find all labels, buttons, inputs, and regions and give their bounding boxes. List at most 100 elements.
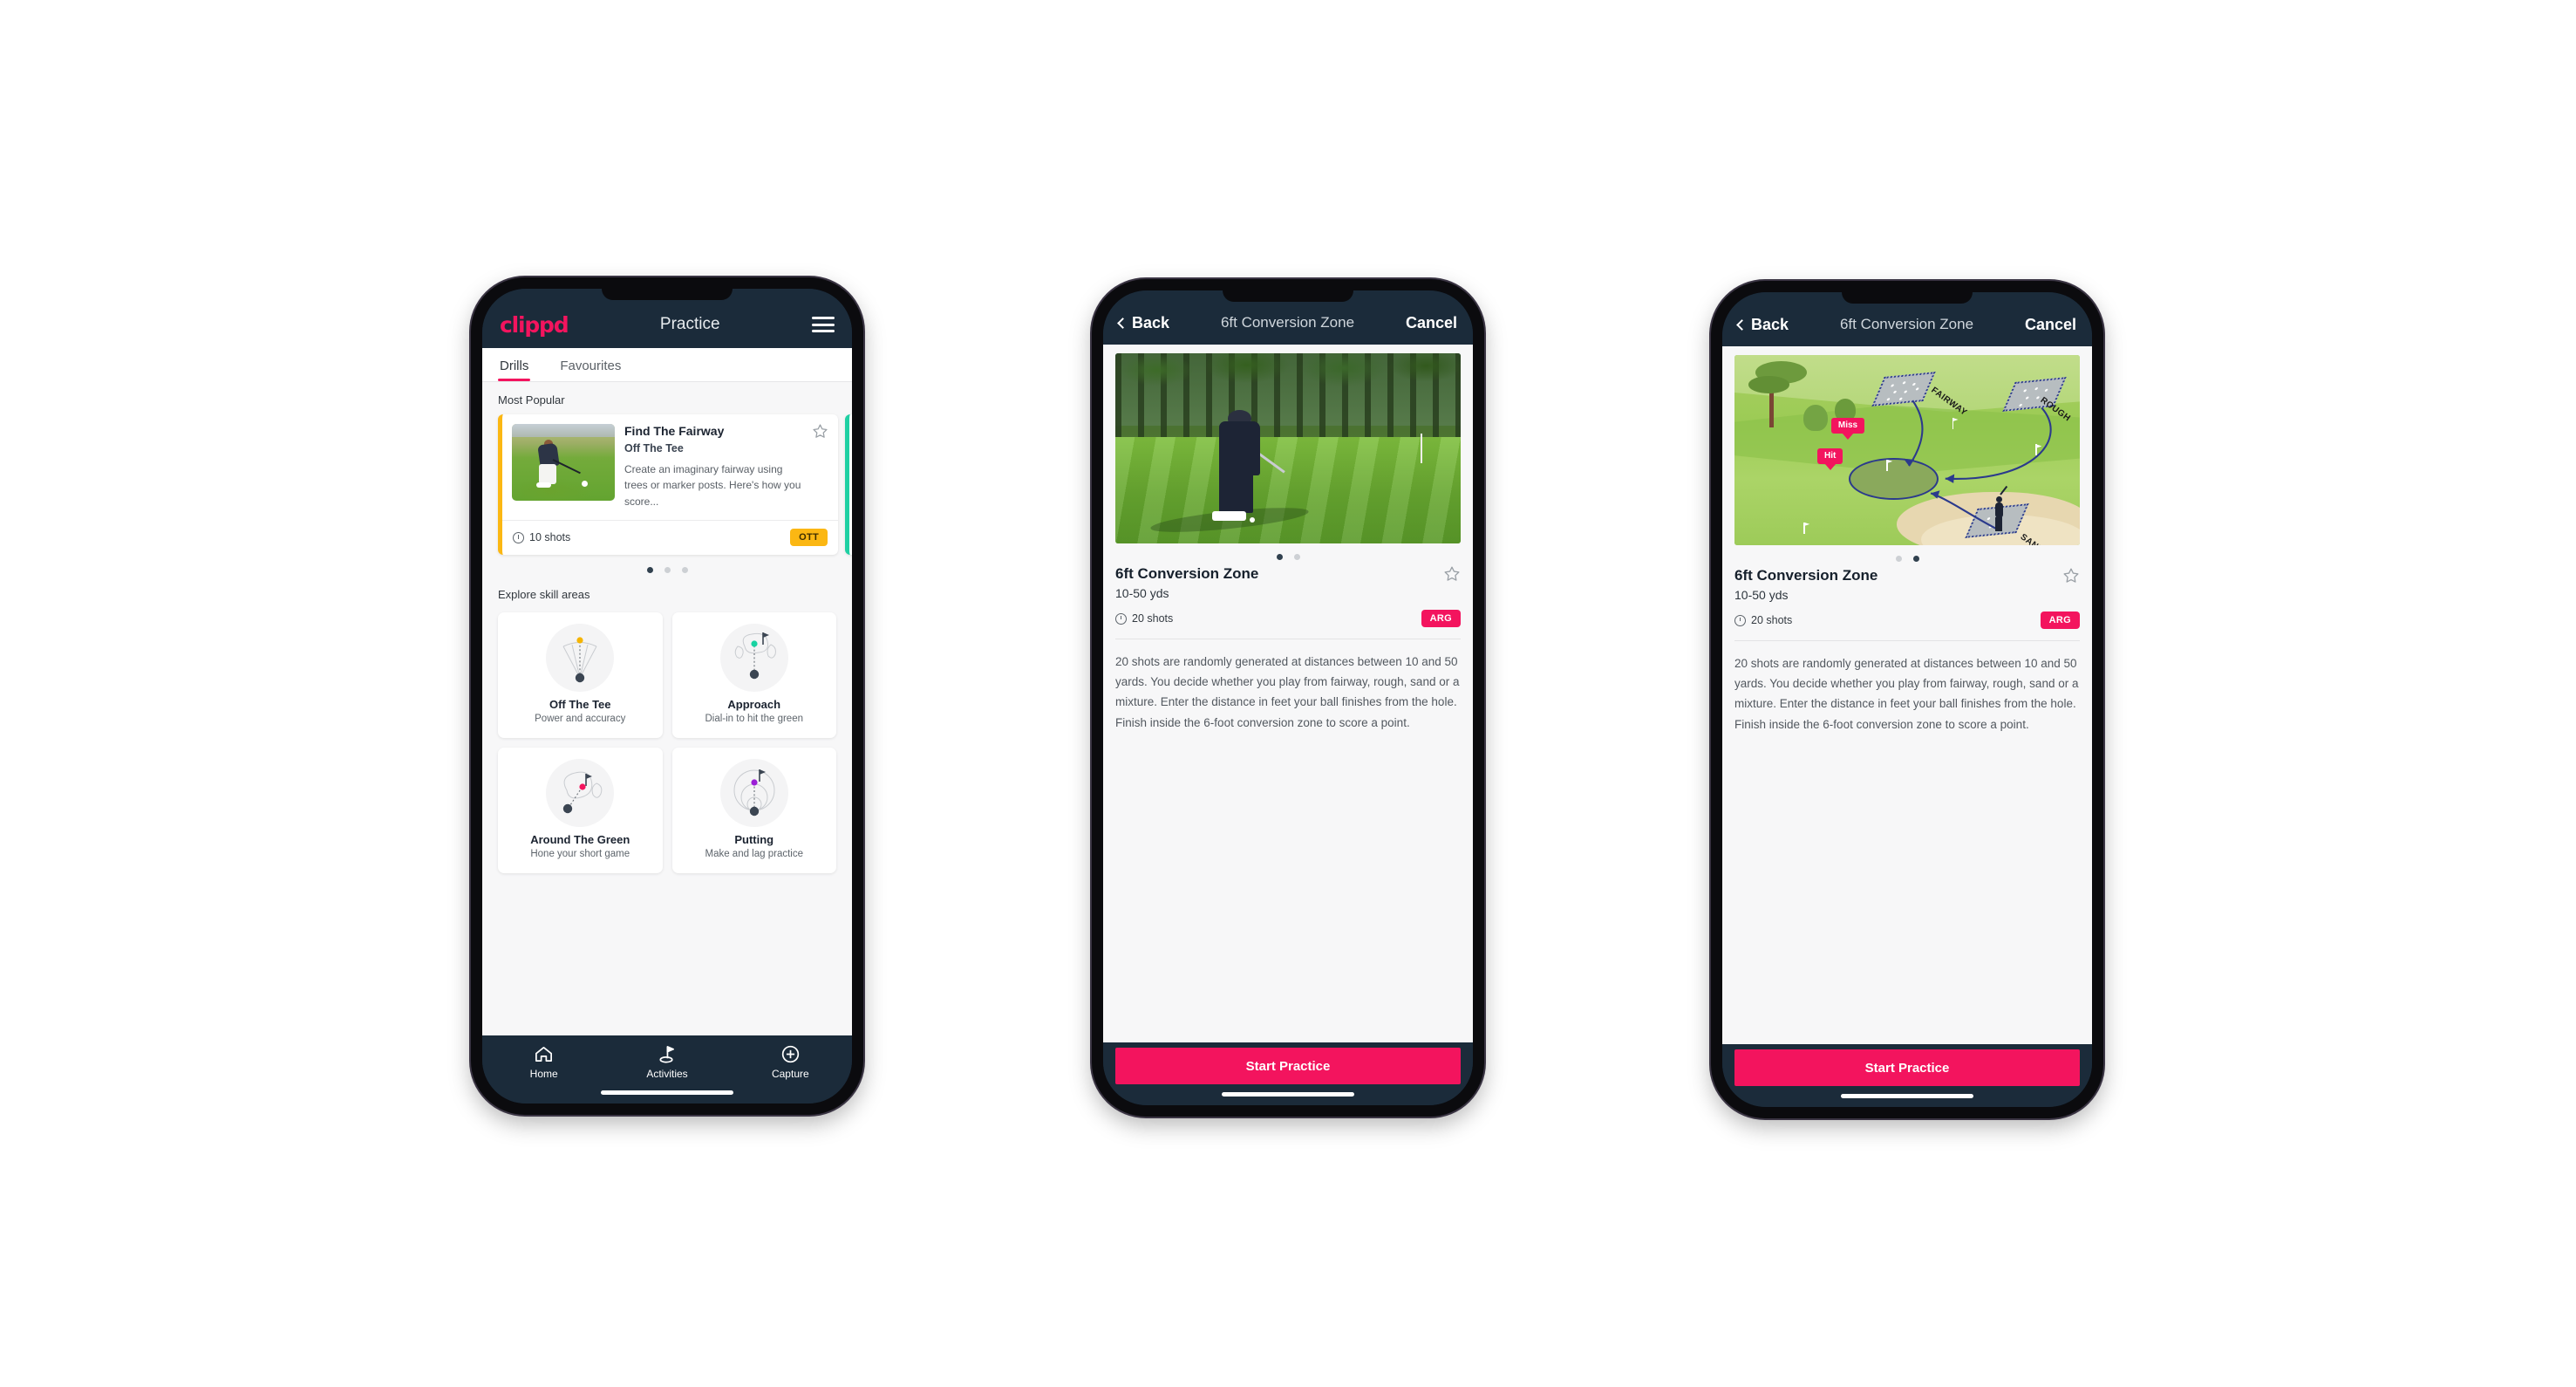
drill-subtitle: Off The Tee [624,441,684,454]
star-outline-icon[interactable] [812,423,828,440]
hamburger-icon[interactable] [812,317,835,332]
skill-desc: Hone your short game [530,849,630,860]
flag-pin-icon [1949,417,1959,429]
hero-carousel-dots [1734,545,2080,564]
clippd-logo: clippd [500,311,569,338]
drill-thumbnail [512,424,615,501]
phone-mockup-drill-detail-photo: Back 6ft Conversion Zone Cancel 6ft Conv… [1092,279,1484,1117]
skill-areas-grid: Off The Tee Power and accuracy Approach … [498,609,836,874]
drill-shots-label: 20 shots [1751,614,1793,626]
cta-container: Start Practice [1103,1042,1473,1105]
tab-favourites[interactable]: Favourites [558,348,635,381]
drill-hero-photo[interactable] [1115,353,1461,543]
star-outline-icon[interactable] [1443,565,1461,583]
phone3-screen: Back 6ft Conversion Zone Cancel FAIRWAY … [1722,292,2092,1107]
home-indicator [1841,1094,1973,1098]
skill-card-around-the-green[interactable]: Around The Green Hone your short game [498,748,663,874]
carousel-dot-3[interactable] [681,567,688,574]
drill-card-top: Find The Fairway Off The Tee Create an i… [502,414,838,520]
drill-card-next-peek[interactable] [845,414,852,556]
cancel-button[interactable]: Cancel [1406,314,1457,332]
phone-notch [602,289,733,300]
miss-marker: Miss [1830,417,1865,434]
flag-pin-icon [1883,459,1893,471]
skill-card-off-the-tee[interactable]: Off The Tee Power and accuracy [498,612,663,739]
tab-drills[interactable]: Drills [498,348,542,381]
home-indicator [601,1090,733,1095]
drill-card-footer: 10 shots OTT [502,520,838,555]
hero-dot-2[interactable] [1293,554,1300,560]
most-popular-heading: Most Popular [498,393,565,407]
start-practice-button[interactable]: Start Practice [1734,1049,2080,1086]
chevron-left-icon [1117,317,1128,329]
drill-card-find-the-fairway[interactable]: Find The Fairway Off The Tee Create an i… [498,414,838,556]
flag-pin-icon [2032,444,2042,456]
hero-dot-1[interactable] [1895,556,1902,562]
clock-icon [513,531,524,543]
detail-title: 6ft Conversion Zone [1220,314,1355,331]
drill-shots-label: 20 shots [1132,612,1174,625]
skill-card-putting[interactable]: Putting Make and lag practice [671,748,836,874]
drill-distance: 10-50 yds [1734,588,1789,602]
hero-carousel-dots [1115,543,1461,562]
nav-label: Home [529,1068,558,1080]
back-button[interactable]: Back [1117,313,1170,332]
nav-item-capture[interactable]: Capture [729,1043,852,1080]
phone-mockup-drill-detail-diagram: Back 6ft Conversion Zone Cancel FAIRWAY … [1711,281,2103,1118]
nav-item-activities[interactable]: Activities [605,1043,728,1080]
carousel-dot-2[interactable] [664,567,671,574]
home-icon [482,1043,605,1064]
drill-shots-label: 10 shots [529,531,571,544]
nav-item-home[interactable]: Home [482,1043,605,1080]
start-practice-button[interactable]: Start Practice [1115,1048,1461,1084]
clock-icon [1115,612,1127,625]
detail-title-row: 6ft Conversion Zone 10-50 yds [1734,564,2080,602]
putting-icon [719,759,788,828]
drill-hero-diagram[interactable]: FAIRWAY ROUGH SAND Miss Hit [1734,355,2080,545]
hero-dot-2[interactable] [1912,556,1919,562]
drill-detail-title: 6ft Conversion Zone [1734,567,1878,584]
phone1-screen: clippd Practice Drills Favourites Most P… [482,289,852,1103]
hit-marker: Hit [1817,448,1843,464]
hero-dot-1[interactable] [1276,554,1283,560]
approach-icon [719,624,788,693]
detail-meta-row: 20 shots ARG [1734,612,2080,629]
plus-circle-icon [729,1043,852,1064]
carousel-dot-1[interactable] [646,567,653,574]
home-indicator [1222,1092,1354,1097]
skill-desc: Make and lag practice [705,849,803,860]
explore-skill-areas-heading: Explore skill areas [498,588,590,602]
skill-desc: Dial-in to hit the green [705,714,803,725]
drill-shots: 20 shots [1115,612,1173,625]
flag-pin-icon [1800,522,1810,534]
nav-label: Activities [646,1068,688,1080]
drill-detail-title: 6ft Conversion Zone [1115,565,1259,582]
skill-name: Off The Tee [549,698,611,712]
cancel-button[interactable]: Cancel [2025,316,2076,334]
phone-notch [1842,292,1973,304]
practice-content: Most Popular Find The Fairway Off The Te… [482,382,852,1035]
detail-title-row: 6ft Conversion Zone 10-50 yds [1115,562,1461,600]
drill-info: Find The Fairway Off The Tee Create an i… [624,424,828,509]
golfer-illustration [1992,485,2011,534]
drill-shots: 10 shots [513,531,570,543]
nav-label: Capture [771,1068,809,1080]
back-label: Back [1132,313,1170,331]
drill-title: Find The Fairway [624,424,725,438]
star-outline-icon[interactable] [2062,567,2080,584]
drill-distance: 10-50 yds [1115,586,1169,600]
skill-name: Approach [727,698,781,712]
phone2-screen: Back 6ft Conversion Zone Cancel 6ft Conv… [1103,290,1473,1105]
drill-badge-arg: ARG [2040,612,2080,629]
off-the-tee-icon [546,624,615,693]
phone-mockup-practice-list: clippd Practice Drills Favourites Most P… [471,277,863,1115]
shot-path-arrows [1903,400,2052,531]
screenshot-canvas: clippd Practice Drills Favourites Most P… [0,0,2576,1387]
carousel-dots [498,555,836,577]
back-button[interactable]: Back [1736,316,1789,334]
skill-card-approach[interactable]: Approach Dial-in to hit the green [671,612,836,739]
detail-meta-row: 20 shots ARG [1115,610,1461,627]
detail-content: FAIRWAY ROUGH SAND Miss Hit 6ft Conversi… [1722,346,2092,1044]
drill-description: Create an imaginary fairway using trees … [624,462,801,508]
drill-carousel[interactable]: Find The Fairway Off The Tee Create an i… [498,414,852,556]
